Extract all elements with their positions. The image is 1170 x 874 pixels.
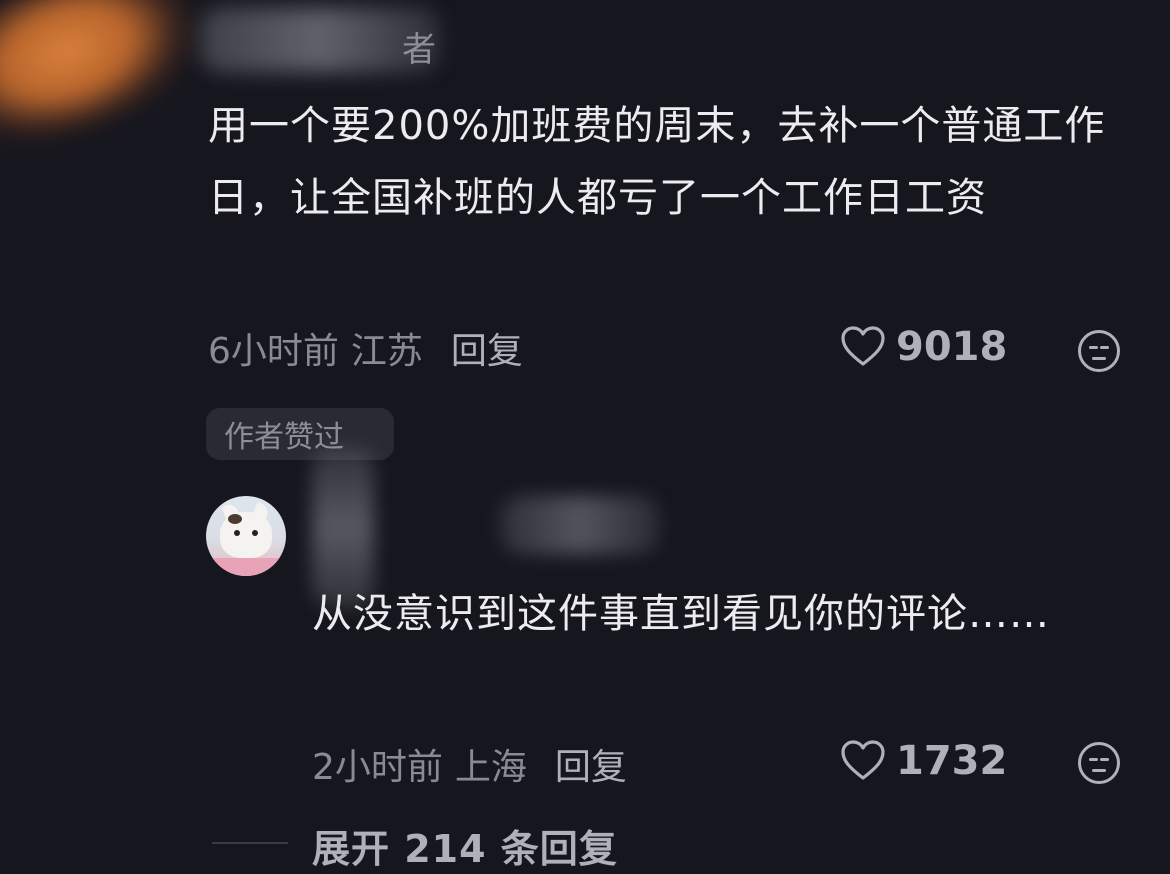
comment-text: 用一个要200%加班费的周末，去补一个普通工作日，让全国补班的人都亏了一个工作日… <box>208 103 1106 221</box>
dislike-face-icon[interactable] <box>1078 742 1120 784</box>
divider <box>212 842 288 844</box>
like-count: 1732 <box>896 738 1008 784</box>
comment-location: 江苏 <box>350 331 423 372</box>
heart-icon <box>841 740 885 780</box>
reply-location: 上海 <box>454 747 527 788</box>
reply-button[interactable]: 回复 <box>451 322 523 374</box>
reply-time: 2小时前 <box>312 747 443 788</box>
like-button[interactable]: 9018 <box>840 324 1007 370</box>
avatar[interactable] <box>206 496 286 576</box>
comment-time: 6小时前 <box>208 331 339 372</box>
username-suffix: 者 <box>402 30 436 70</box>
reply-text: 从没意识到这件事直到看见你的评论…… <box>312 591 1050 637</box>
expand-replies-button[interactable]: 展开 214 条回复 <box>312 818 618 873</box>
dislike-face-icon[interactable] <box>1078 330 1120 372</box>
like-count: 9018 <box>896 324 1008 370</box>
like-button[interactable]: 1732 <box>840 738 1007 784</box>
heart-icon <box>841 326 885 366</box>
reply-meta: 2小时前 上海 回复 <box>312 738 627 790</box>
cat-avatar-icon <box>220 502 272 558</box>
blurred-username <box>500 496 660 554</box>
reply-button[interactable]: 回复 <box>555 738 627 790</box>
comment-meta: 6小时前 江苏 回复 <box>208 322 523 374</box>
blurred-avatar <box>0 0 218 164</box>
